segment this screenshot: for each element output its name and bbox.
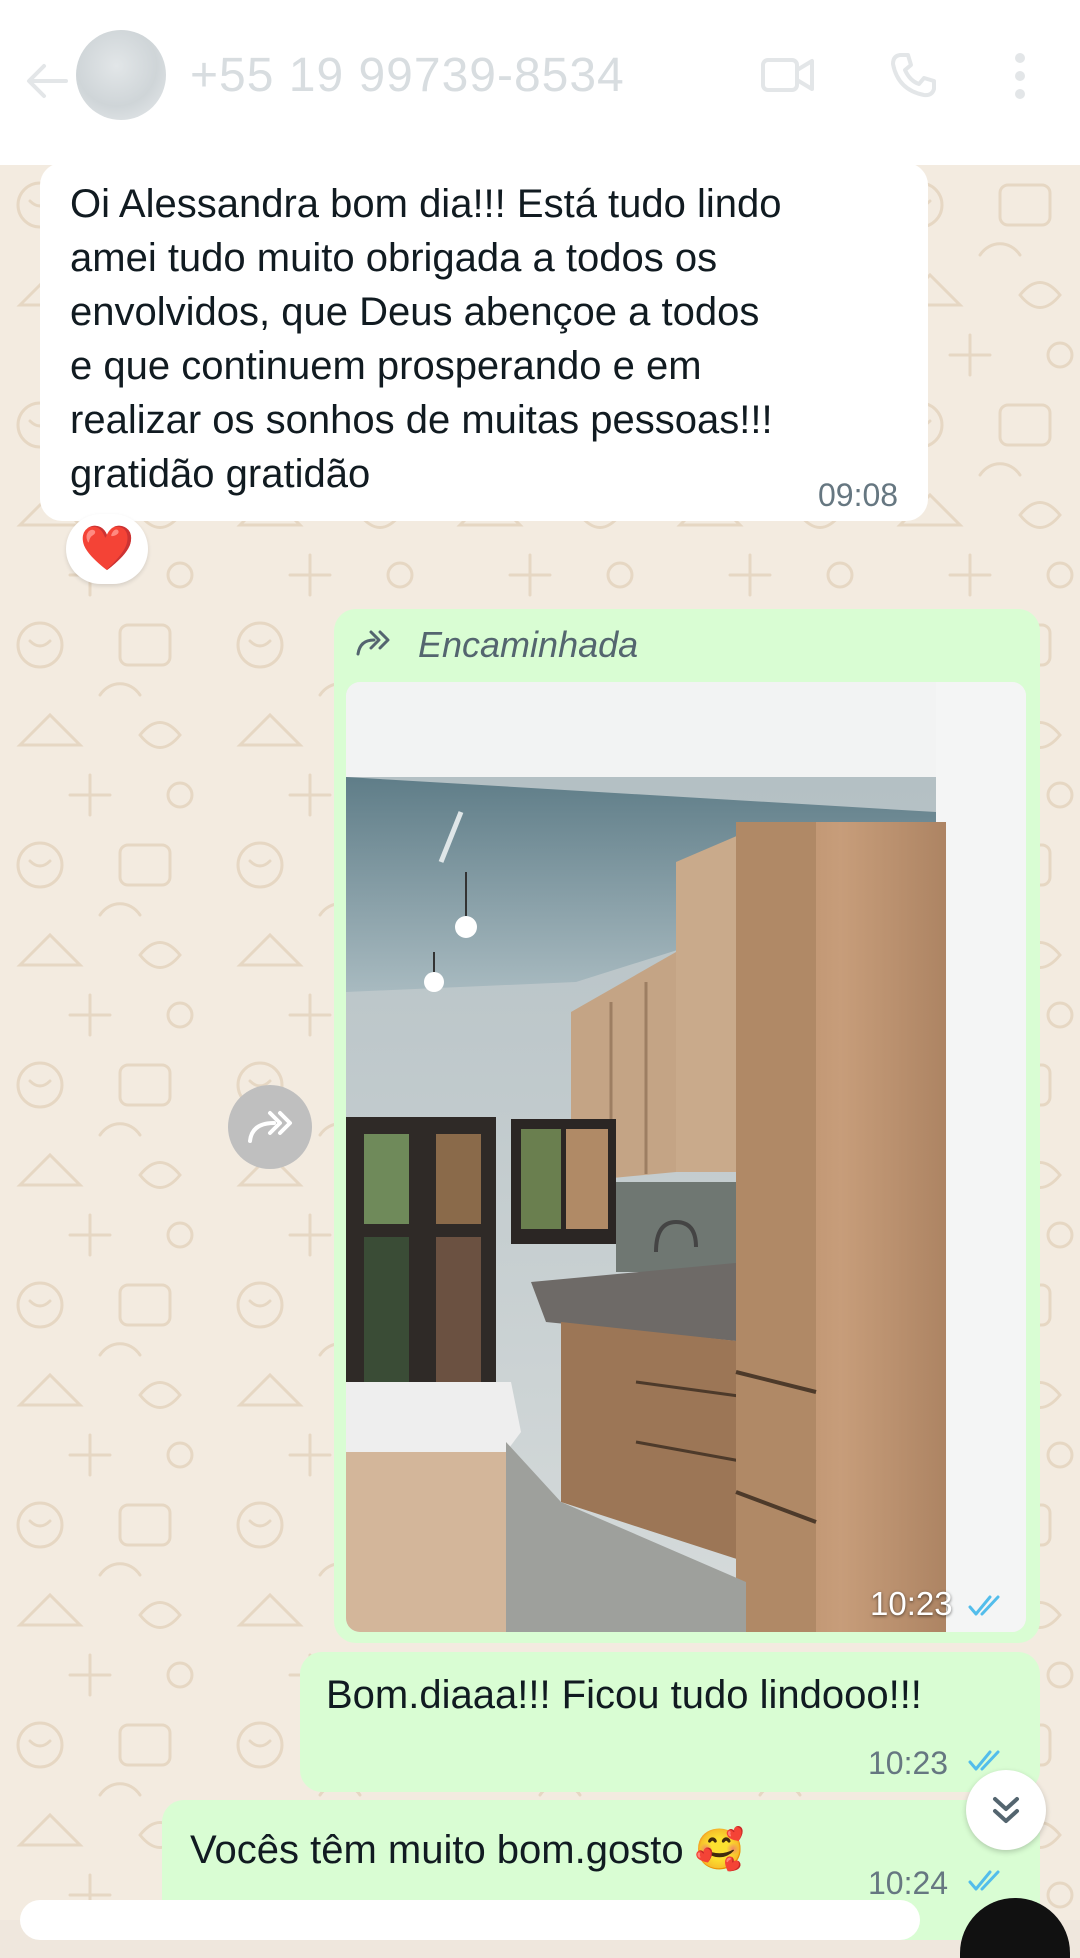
message-line: Oi Alessandra bom dia!!! Está tudo lindo bbox=[70, 182, 782, 226]
video-call-icon[interactable] bbox=[760, 50, 816, 100]
back-arrow-icon[interactable] bbox=[22, 56, 72, 106]
forwarded-icon bbox=[356, 630, 390, 656]
kitchen-photo-image bbox=[346, 682, 1026, 1632]
forwarded-label: Encaminhada bbox=[418, 624, 639, 665]
message-line: amei tudo muito obrigada a todos os bbox=[70, 236, 718, 280]
more-options-icon[interactable] bbox=[1010, 50, 1030, 102]
photo-time: 10:23 bbox=[870, 1585, 953, 1622]
chat-header: +55 19 99739-8534 bbox=[0, 0, 1080, 165]
message-line: gratidão gratidão bbox=[70, 452, 371, 496]
reaction-badge[interactable]: ❤️ bbox=[66, 514, 148, 584]
voice-call-icon[interactable] bbox=[888, 50, 938, 100]
forward-button[interactable] bbox=[228, 1085, 312, 1169]
message-text: Bom.diaaa!!! Ficou tudo lindooo!!! bbox=[326, 1673, 922, 1717]
message-time: 10:23 bbox=[868, 1745, 949, 1781]
forward-icon bbox=[248, 1111, 292, 1143]
message-line: envolvidos, que Deus abençoe a todos bbox=[70, 290, 760, 334]
message-time: 10:24 bbox=[868, 1865, 949, 1901]
contact-name[interactable]: +55 19 99739-8534 bbox=[190, 48, 625, 103]
scroll-to-bottom-button[interactable] bbox=[966, 1770, 1046, 1850]
message-text: Vocês têm muito bom.gosto 🥰 bbox=[190, 1828, 745, 1872]
kitchen-photo[interactable] bbox=[346, 682, 1026, 1632]
read-receipt-icon bbox=[968, 1595, 1000, 1616]
double-chevron-down-icon bbox=[993, 1797, 1019, 1823]
read-receipt-icon bbox=[968, 1870, 1000, 1891]
message-line: e que continuem prosperando e em bbox=[70, 344, 702, 388]
message-line: realizar os sonhos de muitas pessoas!!! bbox=[70, 398, 773, 442]
heart-reaction-icon: ❤️ bbox=[79, 524, 135, 573]
message-input-bar[interactable] bbox=[20, 1900, 920, 1940]
contact-avatar[interactable] bbox=[76, 30, 166, 120]
message-time: 09:08 bbox=[818, 477, 899, 513]
